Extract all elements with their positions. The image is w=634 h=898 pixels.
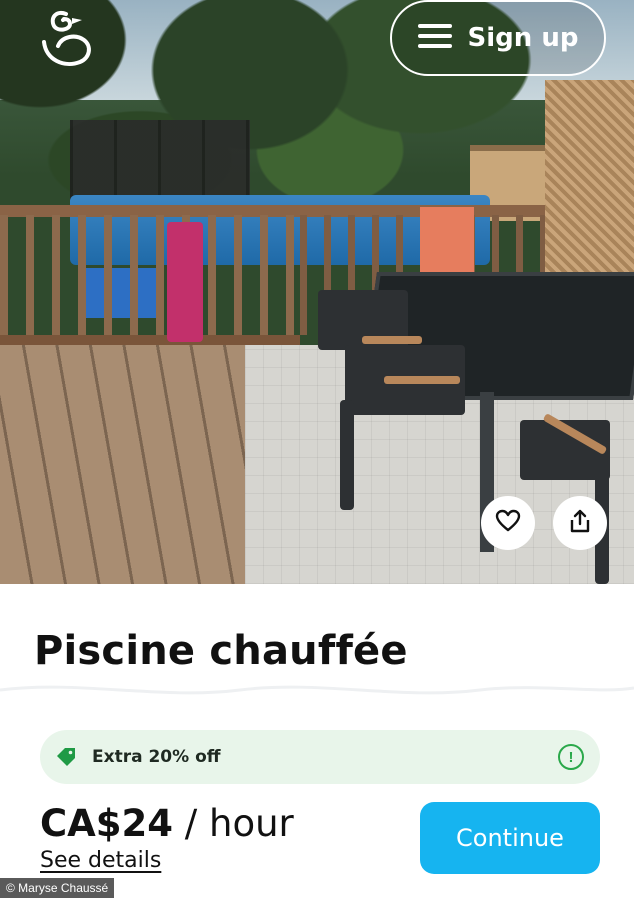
favorite-button[interactable] xyxy=(481,496,535,550)
info-icon[interactable]: ! xyxy=(558,744,584,770)
photo-pink-towel xyxy=(167,222,203,342)
price-unit: / hour xyxy=(184,802,294,845)
tag-icon xyxy=(54,745,78,769)
promo-text: Extra 20% off xyxy=(92,747,221,767)
photo-armrest xyxy=(362,336,422,344)
photo-chair-leg xyxy=(340,400,354,510)
promo-banner: Extra 20% off ! xyxy=(40,730,600,784)
heart-icon xyxy=(495,509,521,538)
duck-logo-icon[interactable] xyxy=(36,6,96,74)
price-display: CA$24 / hour xyxy=(40,802,294,845)
see-details-link[interactable]: See details xyxy=(40,848,161,873)
listing-title: Piscine chauffée xyxy=(34,628,408,674)
photo-armrest xyxy=(384,376,460,384)
wave-divider xyxy=(0,685,634,695)
listing-photo[interactable] xyxy=(0,0,634,584)
continue-button[interactable]: Continue xyxy=(420,802,600,874)
listing-details: Piscine chauffée Extra 20% off ! CA$24 /… xyxy=(0,584,634,898)
sign-up-label: Sign up xyxy=(467,23,579,53)
hamburger-menu-icon xyxy=(417,23,452,54)
sign-up-button[interactable]: Sign up xyxy=(390,0,606,76)
photo-wood-deck xyxy=(0,345,280,584)
share-button[interactable] xyxy=(553,496,607,550)
photo-credit: © Maryse Chaussé xyxy=(0,878,115,898)
share-icon xyxy=(568,508,592,539)
photo-back-fence xyxy=(70,120,250,200)
price-amount: CA$24 xyxy=(40,802,174,845)
